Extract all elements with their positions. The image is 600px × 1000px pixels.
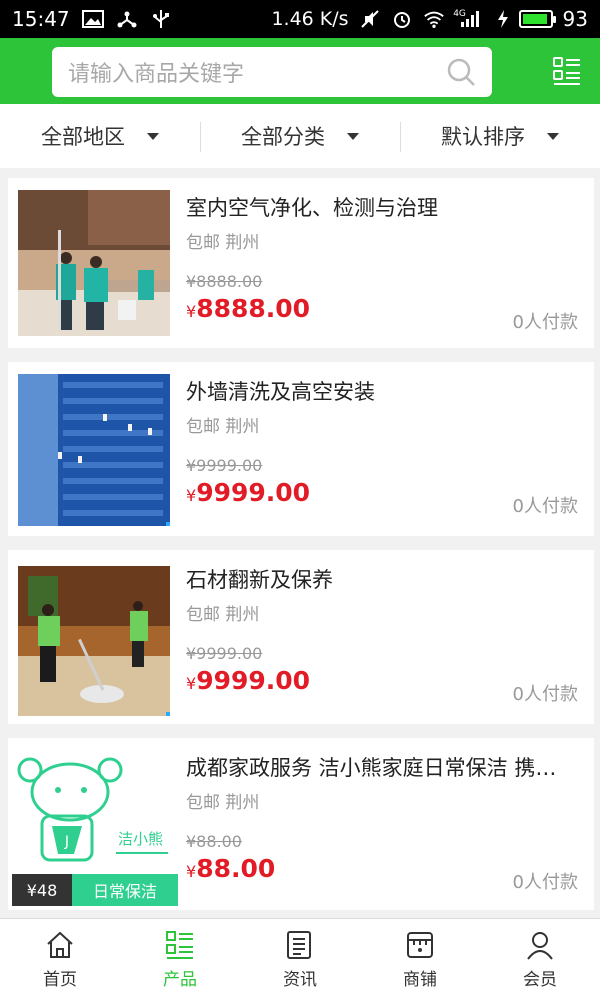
battery-icon xyxy=(518,10,556,28)
filter-label: 全部地区 xyxy=(41,125,125,149)
thumb-service-tag: 日常保洁 xyxy=(72,874,178,906)
shop-icon xyxy=(407,932,433,958)
tab-label: 商铺 xyxy=(403,970,437,990)
product-title: 外墙清洗及高空安装 xyxy=(186,380,375,404)
product-original-price: ¥9999.00 xyxy=(186,456,263,475)
caret-down-icon xyxy=(347,132,359,140)
product-image xyxy=(18,566,170,716)
wifi-icon xyxy=(423,10,445,28)
tab-products[interactable]: 产品 xyxy=(120,919,240,1000)
filter-label: 默认排序 xyxy=(441,125,525,149)
list-view-icon[interactable] xyxy=(552,56,582,86)
product-shipping: 包邮 荆州 xyxy=(186,233,260,253)
signal-icon: 4G xyxy=(453,9,487,28)
product-sold-count: 0人付款 xyxy=(512,312,578,333)
product-price: ¥88.00 xyxy=(186,854,276,883)
search-input[interactable]: 请输入商品关键字 xyxy=(52,47,492,97)
product-price: ¥9999.00 xyxy=(186,666,311,695)
svg-text:J: J xyxy=(64,834,69,850)
tab-label: 资讯 xyxy=(283,970,317,990)
member-icon xyxy=(527,932,553,960)
charging-icon xyxy=(497,10,509,28)
product-sold-count: 0人付款 xyxy=(512,872,578,893)
product-sold-count: 0人付款 xyxy=(512,496,578,517)
product-image: J 洁小熊 ¥48 日常保洁 xyxy=(12,746,178,906)
battery-percent: 93 xyxy=(562,7,588,31)
product-shipping: 包邮 荆州 xyxy=(186,605,260,625)
product-price: ¥9999.00 xyxy=(186,478,311,507)
product-title: 室内空气净化、检测与治理 xyxy=(186,196,438,220)
product-title: 石材翻新及保养 xyxy=(186,568,333,592)
product-card[interactable]: 石材翻新及保养 包邮 荆州 ¥9999.00 ¥9999.00 0人付款 xyxy=(8,550,594,724)
product-original-price: ¥8888.00 xyxy=(186,272,263,291)
filter-bar: 全部地区 全部分类 默认排序 xyxy=(0,104,600,168)
mute-icon xyxy=(359,10,381,28)
status-bar: 15:47 1.46 K/s 4G 93 xyxy=(0,0,600,38)
news-icon xyxy=(287,931,311,959)
caret-down-icon xyxy=(547,132,559,140)
tab-member[interactable]: 会员 xyxy=(480,919,600,1000)
tab-label: 会员 xyxy=(523,970,557,990)
filter-category[interactable]: 全部分类 xyxy=(200,104,400,168)
product-sold-count: 0人付款 xyxy=(512,684,578,705)
search-placeholder: 请输入商品关键字 xyxy=(68,62,245,87)
product-shipping: 包邮 荆州 xyxy=(186,417,260,437)
caret-down-icon xyxy=(147,132,159,140)
tab-label: 首页 xyxy=(43,970,77,990)
network-speed: 1.46 K/s xyxy=(271,8,349,30)
tab-shops[interactable]: 商铺 xyxy=(360,919,480,1000)
filter-sort[interactable]: 默认排序 xyxy=(400,104,600,168)
filter-region[interactable]: 全部地区 xyxy=(0,104,200,168)
home-icon xyxy=(47,931,73,958)
product-card[interactable]: 室内空气净化、检测与治理 包邮 荆州 ¥8888.00 ¥8888.00 0人付… xyxy=(8,178,594,348)
alarm-icon xyxy=(391,10,413,28)
image-icon xyxy=(81,10,104,28)
header-bar: 请输入商品关键字 xyxy=(0,38,600,104)
product-title: 成都家政服务 洁小熊家庭日常保洁 携… xyxy=(186,756,557,780)
product-card[interactable]: J 洁小熊 ¥48 日常保洁 成都家政服务 洁小熊家庭日常保洁 携… 包邮 荆州… xyxy=(8,738,594,910)
product-card[interactable]: 外墙清洗及高空安装 包邮 荆州 ¥9999.00 ¥9999.00 0人付款 xyxy=(8,362,594,536)
usb-icon xyxy=(150,10,172,28)
product-image xyxy=(18,190,170,336)
product-original-price: ¥9999.00 xyxy=(186,644,263,663)
product-list-icon xyxy=(166,931,193,959)
status-time: 15:47 xyxy=(12,7,70,31)
tab-news[interactable]: 资讯 xyxy=(240,919,360,1000)
product-price: ¥8888.00 xyxy=(186,294,311,323)
brand-logo-text: 洁小熊 xyxy=(118,830,163,848)
filter-label: 全部分类 xyxy=(241,125,325,149)
share-icon xyxy=(116,10,138,28)
tab-home[interactable]: 首页 xyxy=(0,919,120,1000)
tab-label: 产品 xyxy=(163,970,197,990)
product-image xyxy=(18,374,170,526)
thumb-price-tag: ¥48 xyxy=(12,874,72,906)
bottom-tab-bar: 首页 产品 资讯 商铺 会员 xyxy=(0,918,600,1000)
product-shipping: 包邮 荆州 xyxy=(186,793,260,813)
product-original-price: ¥88.00 xyxy=(186,832,242,851)
search-icon[interactable] xyxy=(446,57,476,87)
